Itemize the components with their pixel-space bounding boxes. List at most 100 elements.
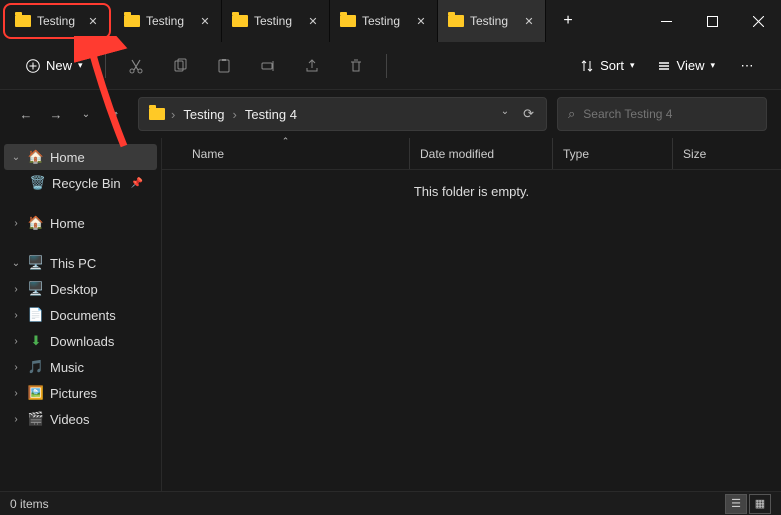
chevron-right-icon[interactable]: › [10, 414, 22, 425]
window-controls [643, 0, 781, 42]
sidebar: ⌄ 🏠 Home 🗑️ Recycle Bin 📌 › 🏠 Home ⌄ 🖥️ … [0, 138, 162, 491]
chevron-right-icon[interactable]: › [10, 336, 22, 347]
paste-button[interactable] [206, 48, 242, 84]
copy-button[interactable] [162, 48, 198, 84]
chevron-right-icon[interactable]: › [10, 362, 22, 373]
tab-strip: Testing ✕ Testing ✕ Testing ✕ Testing ✕ … [0, 0, 643, 42]
tab-1[interactable]: Testing ✕ [114, 0, 222, 42]
sort-icon [580, 59, 594, 73]
details-view-toggle[interactable]: ☰ [725, 494, 747, 514]
separator [386, 54, 387, 78]
chevron-down-icon: ▾ [78, 60, 83, 71]
column-header-size[interactable]: Size [673, 138, 781, 169]
breadcrumb-segment[interactable]: Testing 4 [243, 107, 299, 122]
chevron-down-icon[interactable]: ⌄ [10, 258, 22, 269]
column-header-date[interactable]: Date modified [410, 138, 553, 169]
column-header-name[interactable]: Name ⌃ [162, 138, 410, 169]
tab-3[interactable]: Testing ✕ [330, 0, 438, 42]
videos-icon: 🎬 [28, 411, 44, 427]
back-button[interactable]: ← [14, 98, 38, 130]
toolbar: New ▾ Sort ▾ View ▾ ⋯ [0, 42, 781, 90]
search-input[interactable] [583, 107, 756, 121]
navigation-bar: ← → ⌄ ↑ › Testing › Testing 4 ⌄ ⟳ ⌕ [0, 90, 781, 138]
chevron-down-icon[interactable]: ⌄ [10, 152, 22, 163]
sidebar-label: Music [50, 360, 84, 375]
column-header-type[interactable]: Type [553, 138, 673, 169]
sidebar-label: Home [50, 216, 85, 231]
share-button[interactable] [294, 48, 330, 84]
pin-icon: 📌 [131, 178, 143, 189]
sidebar-item-home[interactable]: › 🏠 Home [4, 210, 157, 236]
sort-button[interactable]: Sort ▾ [572, 54, 642, 77]
chevron-right-icon: › [171, 107, 175, 122]
folder-icon [149, 108, 165, 120]
chevron-right-icon[interactable]: › [10, 284, 22, 295]
sidebar-item-downloads[interactable]: › ⬇ Downloads [4, 328, 157, 354]
documents-icon: 📄 [28, 307, 44, 323]
tab-label: Testing [254, 14, 299, 28]
separator [105, 54, 106, 78]
minimize-button[interactable] [643, 0, 689, 42]
tab-2[interactable]: Testing ✕ [222, 0, 330, 42]
more-button[interactable]: ⋯ [729, 48, 765, 84]
search-bar[interactable]: ⌕ [557, 97, 767, 131]
sidebar-label: Pictures [50, 386, 97, 401]
sidebar-item-videos[interactable]: › 🎬 Videos [4, 406, 157, 432]
home-icon: 🏠 [28, 149, 44, 165]
sidebar-item-documents[interactable]: › 📄 Documents [4, 302, 157, 328]
view-button[interactable]: View ▾ [649, 54, 723, 77]
close-icon[interactable]: ✕ [197, 13, 213, 29]
delete-button[interactable] [338, 48, 374, 84]
tab-0[interactable]: Testing ✕ [3, 3, 111, 39]
desktop-icon: 🖥️ [28, 281, 44, 297]
column-label: Date modified [420, 147, 494, 161]
breadcrumb-segment[interactable]: Testing [181, 107, 226, 122]
sort-label: Sort [600, 58, 624, 73]
home-icon: 🏠 [28, 215, 44, 231]
sidebar-item-desktop[interactable]: › 🖥️ Desktop [4, 276, 157, 302]
column-headers: Name ⌃ Date modified Type Size [162, 138, 781, 170]
chevron-down-icon: ▾ [630, 60, 635, 71]
sidebar-item-pictures[interactable]: › 🖼️ Pictures [4, 380, 157, 406]
plus-circle-icon [26, 59, 40, 73]
title-bar: Testing ✕ Testing ✕ Testing ✕ Testing ✕ … [0, 0, 781, 42]
new-button[interactable]: New ▾ [16, 54, 93, 77]
nav-arrows: ← → ⌄ ↑ [14, 98, 128, 130]
sidebar-label: Videos [50, 412, 90, 427]
recycle-bin-icon: 🗑️ [30, 175, 46, 191]
sidebar-item-home[interactable]: ⌄ 🏠 Home [4, 144, 157, 170]
thumbnails-view-toggle[interactable]: ▦ [749, 494, 771, 514]
recent-dropdown[interactable]: ⌄ [74, 98, 98, 130]
refresh-button[interactable]: ⟳ [523, 106, 534, 122]
new-tab-button[interactable]: + [546, 0, 590, 42]
chevron-right-icon[interactable]: › [10, 310, 22, 321]
close-icon[interactable]: ✕ [305, 13, 321, 29]
music-icon: 🎵 [28, 359, 44, 375]
item-count: 0 items [10, 497, 49, 511]
close-icon[interactable]: ✕ [521, 13, 537, 29]
sidebar-item-thispc[interactable]: ⌄ 🖥️ This PC [4, 250, 157, 276]
chevron-right-icon[interactable]: › [10, 218, 22, 229]
address-bar[interactable]: › Testing › Testing 4 ⌄ ⟳ [138, 97, 547, 131]
sidebar-label: Downloads [50, 334, 114, 349]
folder-icon [124, 15, 140, 27]
column-label: Name [192, 147, 224, 161]
close-icon[interactable]: ✕ [413, 13, 429, 29]
close-button[interactable] [735, 0, 781, 42]
maximize-button[interactable] [689, 0, 735, 42]
rename-button[interactable] [250, 48, 286, 84]
content-area: Name ⌃ Date modified Type Size This fold… [162, 138, 781, 491]
sidebar-item-recycle-bin[interactable]: 🗑️ Recycle Bin 📌 [4, 170, 157, 196]
sidebar-item-music[interactable]: › 🎵 Music [4, 354, 157, 380]
up-button[interactable]: ↑ [104, 98, 128, 130]
close-icon[interactable]: ✕ [85, 13, 101, 29]
chevron-right-icon[interactable]: › [10, 388, 22, 399]
chevron-down-icon[interactable]: ⌄ [501, 106, 509, 122]
sidebar-label: Desktop [50, 282, 98, 297]
tab-4[interactable]: Testing ✕ [438, 0, 546, 42]
view-label: View [677, 58, 705, 73]
forward-button[interactable]: → [44, 98, 68, 130]
folder-icon [340, 15, 356, 27]
cut-button[interactable] [118, 48, 154, 84]
chevron-down-icon: ▾ [710, 60, 715, 71]
